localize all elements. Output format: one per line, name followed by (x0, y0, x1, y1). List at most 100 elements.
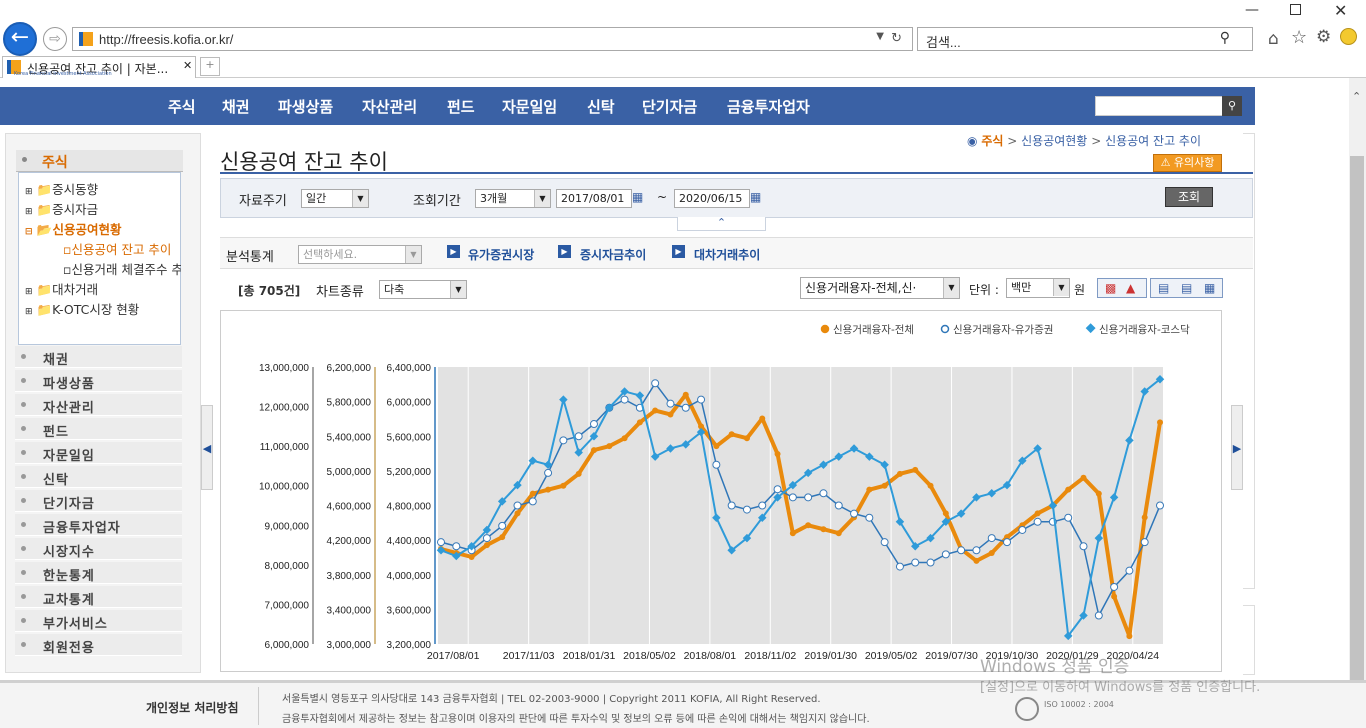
breadcrumb-stocks[interactable]: 주식 (981, 134, 1003, 148)
favorites-star-icon[interactable]: ☆ (1291, 27, 1307, 48)
activation-watermark-title: Windows 정품 인증 (980, 657, 1130, 677)
sidebar-menu-label: 금융투자업자 (43, 521, 121, 536)
right-panel-toggle[interactable]: ▶ (1231, 405, 1243, 490)
sidebar-menu-item[interactable]: 부가서비스 (15, 610, 182, 632)
tab-close-icon[interactable]: ✕ (183, 59, 192, 72)
layout-split-icon[interactable]: ▤ (1181, 281, 1192, 295)
bullet-icon (21, 426, 26, 431)
analysis-select[interactable]: 선택하세요. ▼ (298, 245, 422, 264)
sidebar-menu-item[interactable]: 회원전용 (15, 634, 182, 656)
data-point (865, 513, 874, 522)
gnb-item-advisory[interactable]: 자문일임 (502, 96, 557, 117)
data-point (1141, 514, 1148, 521)
site-search-button[interactable]: ⚲ (1222, 96, 1242, 116)
search-box[interactable]: 검색... ⚲ (917, 27, 1253, 51)
notice-button[interactable]: ⚠ 유의사항 (1153, 154, 1222, 172)
footer-disclaimer: 금융투자협회에서 제공하는 정보는 참고용이며 이용자의 판단에 따른 투자수익… (282, 714, 870, 725)
data-point (912, 466, 919, 473)
layout-grid-icon[interactable]: ▦ (1204, 281, 1215, 295)
gnb-item-bonds[interactable]: 채권 (222, 96, 250, 117)
breadcrumb-credit[interactable]: 신용공여현황 (1021, 134, 1087, 148)
sidebar-top-stocks[interactable]: 주식 (16, 150, 183, 172)
data-point (514, 510, 521, 517)
calendar-icon[interactable]: ▦ (632, 190, 643, 204)
bullet-icon (22, 157, 27, 162)
scroll-thumb[interactable] (1350, 156, 1364, 696)
sidebar-menu-item[interactable]: 한눈통계 (15, 562, 182, 584)
gnb-item-asset[interactable]: 자산관리 (362, 96, 417, 117)
sidebar-menu-item[interactable]: 자문일임 (15, 442, 182, 464)
sidebar-menu-item[interactable]: 교차통계 (15, 586, 182, 608)
gnb-item-derivatives[interactable]: 파생상품 (278, 96, 333, 117)
collapse-filter-toggle[interactable]: ⌃ (677, 217, 766, 231)
new-tab-button[interactable]: + (200, 57, 220, 76)
date-from-input[interactable]: 2017/08/01 (556, 189, 632, 208)
gnb-item-shortterm[interactable]: 단기자금 (642, 96, 697, 117)
sidebar-menu-item[interactable]: 파생상품 (15, 370, 182, 392)
privacy-link[interactable]: 개인정보 처리방침 (146, 699, 239, 716)
gnb-item-trust[interactable]: 신탁 (587, 96, 615, 117)
site-search-input[interactable] (1095, 96, 1225, 116)
vertical-scrollbar[interactable]: ⌃ ⌄ (1349, 78, 1366, 728)
sidebar-menu-label: 채권 (43, 353, 69, 368)
tree-item-market-funds[interactable]: ⊞ 📁증시자금 (25, 199, 98, 218)
range-select[interactable]: 3개월 ▼ (475, 189, 551, 208)
maximize-button[interactable] (1290, 4, 1301, 15)
refresh-icon[interactable]: ↻ (891, 31, 902, 46)
data-point (1079, 542, 1088, 551)
forward-button[interactable]: ⇨ (43, 27, 67, 51)
back-button[interactable]: ← (3, 22, 37, 56)
settings-gear-icon[interactable]: ⚙ (1316, 27, 1331, 47)
chart-panel: 13,000,000 12,000,000 11,000,000 10,000,000… (220, 310, 1222, 672)
chart-type-select[interactable]: 다축 ▼ (379, 280, 467, 299)
sidebar-menu-item[interactable]: 펀드 (15, 418, 182, 440)
bullet-icon (21, 378, 26, 383)
sidebar-collapse-button[interactable]: ◀ (201, 405, 213, 490)
home-icon[interactable]: ⌂ (1268, 29, 1279, 49)
link-kospi[interactable]: 유가증권시장 (468, 246, 534, 263)
data-point (880, 538, 889, 547)
sidebar-menu-item[interactable]: 신탁 (15, 466, 182, 488)
calendar-icon[interactable]: ▦ (750, 190, 761, 204)
link-market-funds[interactable]: 증시자금추이 (580, 246, 646, 263)
tree-item-credit-balance[interactable]: ▫신용공여 잔고 추이 (63, 239, 171, 258)
tree-item-market-trend[interactable]: ⊞ 📁증시동향 (25, 179, 98, 198)
tree-item-lending[interactable]: ⊞ 📁대차거래 (25, 279, 98, 298)
sidebar-menu-item[interactable]: 시장지수 (15, 538, 182, 560)
bar-chart-icon[interactable]: ▩ (1105, 281, 1116, 295)
period-select[interactable]: 일간 ▼ (301, 189, 369, 208)
gnb-item-fund[interactable]: 펀드 (447, 96, 475, 117)
layout-list-icon[interactable]: ▤ (1158, 281, 1169, 295)
series-select[interactable]: 신용거래용자-전체,신· ▼ (800, 277, 960, 299)
pdf-icon[interactable]: ▲ (1126, 281, 1135, 295)
sidebar-menu-item[interactable]: 단기자금 (15, 490, 182, 512)
tree-item-kotc[interactable]: ⊞ 📁K-OTC시장 현황 (25, 299, 139, 318)
chart-view-toggle[interactable]: ▩ ▲ (1097, 278, 1147, 298)
sidebar-menu-item[interactable]: 채권 (15, 346, 182, 368)
dropdown-icon[interactable]: ▼ (876, 31, 884, 42)
search-icon[interactable]: ⚲ (1220, 30, 1230, 46)
search-button[interactable]: 조회 (1165, 187, 1213, 207)
sidebar-menu-item[interactable]: 자산관리 (15, 394, 182, 416)
close-window-button[interactable]: ✕ (1334, 1, 1347, 20)
sidebar-menu-item[interactable]: 금융투자업자 (15, 514, 182, 536)
data-point (895, 562, 904, 571)
tree-item-credit[interactable]: ⊟ 📂신용공여현황 (25, 219, 122, 238)
minimize-button[interactable]: — (1245, 2, 1259, 18)
unit-select[interactable]: 백만 ▼ (1006, 278, 1070, 298)
search-input[interactable]: 검색... (926, 32, 961, 51)
data-point (1157, 419, 1163, 426)
gnb-item-stocks[interactable]: 주식 (168, 96, 196, 117)
feedback-smiley-icon[interactable] (1340, 28, 1357, 45)
date-to-input[interactable]: 2020/06/15 (674, 189, 750, 208)
layout-toggle[interactable]: ▤ ▤ ▦ (1150, 278, 1223, 298)
gnb-item-firms[interactable]: 금융투자업자 (727, 96, 810, 117)
breadcrumb-current[interactable]: 신용공여 잔고 추이 (1105, 134, 1201, 148)
scroll-up-icon[interactable]: ⌃ (1352, 90, 1361, 103)
data-point (468, 553, 475, 560)
tree-item-credit-volume[interactable]: ▫신용거래 체결주수 추 (63, 259, 181, 278)
bullet-icon (21, 402, 26, 407)
link-lending[interactable]: 대차거래추이 (694, 246, 760, 263)
arrow-icon: ▶ (558, 245, 571, 258)
address-bar[interactable]: http://freesis.kofia.or.kr/ ↻ ▼ (72, 27, 913, 51)
